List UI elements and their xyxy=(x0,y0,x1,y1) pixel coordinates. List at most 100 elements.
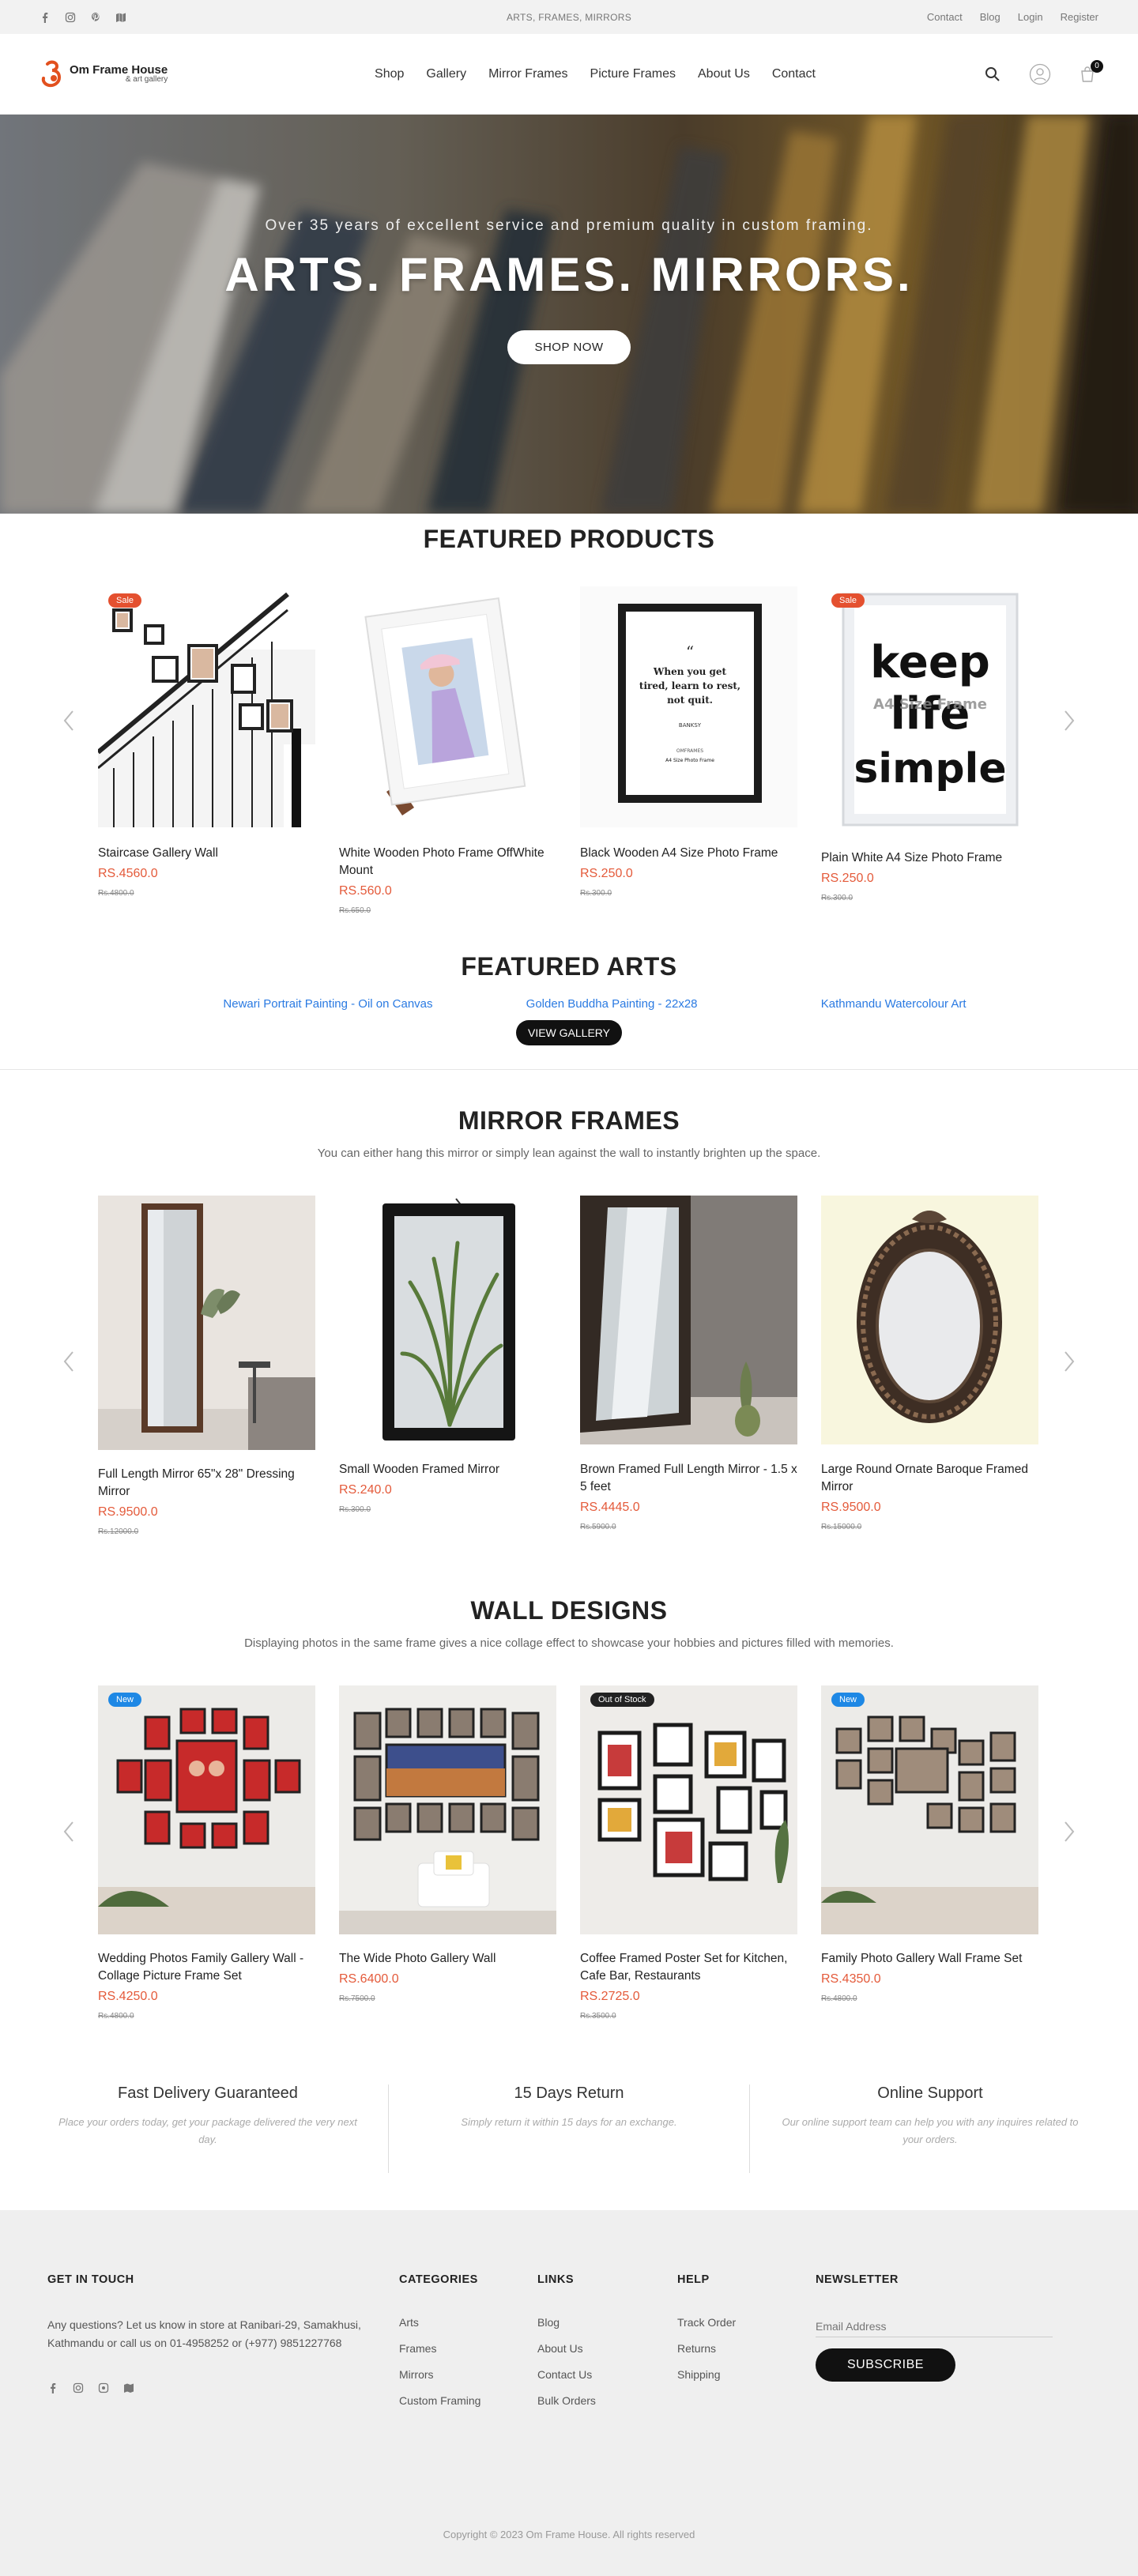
nav-picture-frames[interactable]: Picture Frames xyxy=(590,67,676,81)
header-icons: 0 xyxy=(983,59,1103,85)
footer-link-about-us[interactable]: About Us xyxy=(537,2342,596,2355)
topbar-link-contact[interactable]: Contact xyxy=(927,11,963,23)
product-old-price: Rs.4800.0 xyxy=(98,889,134,898)
facebook-icon[interactable] xyxy=(40,12,51,23)
product-image[interactable]: New xyxy=(98,1685,315,1934)
instagram-icon[interactable] xyxy=(73,2382,84,2397)
instagram-icon[interactable] xyxy=(65,12,76,23)
facebook-icon[interactable] xyxy=(47,2382,58,2397)
feature-title: Fast Delivery Guaranteed xyxy=(118,2085,298,2102)
footer-link-bulk-orders[interactable]: Bulk Orders xyxy=(537,2394,596,2407)
footer-link-track-order[interactable]: Track Order xyxy=(677,2316,736,2329)
product-card[interactable]: Small Wooden Framed Mirror RS.240.0 Rs.3… xyxy=(339,1196,556,1536)
product-name[interactable]: The Wide Photo Gallery Wall xyxy=(339,1950,556,1968)
product-name[interactable]: Staircase Gallery Wall xyxy=(98,845,315,862)
footer: GET IN TOUCH Any questions? Let us know … xyxy=(0,2210,1138,2576)
topbar-link-login[interactable]: Login xyxy=(1018,11,1043,23)
nav-contact[interactable]: Contact xyxy=(772,67,816,81)
main-header: Om Frame House & art gallery Shop Galler… xyxy=(0,34,1138,115)
footer-link-mirrors[interactable]: Mirrors xyxy=(399,2368,480,2381)
svg-text:keep: keep xyxy=(870,637,990,688)
product-name[interactable]: Family Photo Gallery Wall Frame Set xyxy=(821,1950,1038,1968)
view-gallery-button[interactable]: VIEW GALLERY xyxy=(516,1020,622,1045)
product-name[interactable]: White Wooden Photo Frame OffWhite Mount xyxy=(339,845,556,879)
footer-link-custom-framing[interactable]: Custom Framing xyxy=(399,2394,480,2407)
nav-shop[interactable]: Shop xyxy=(375,67,404,81)
art-link-kathmandu-watercolour[interactable]: Kathmandu Watercolour Art xyxy=(698,997,967,1011)
carousel-prev-arrow[interactable] xyxy=(57,1816,81,1847)
product-image[interactable] xyxy=(580,1196,797,1444)
product-name[interactable]: Small Wooden Framed Mirror xyxy=(339,1461,556,1478)
footer-newsletter: NEWSLETTER SUBSCRIBE xyxy=(816,2273,1053,2382)
product-image[interactable] xyxy=(98,1196,315,1450)
product-image[interactable]: Sale keep life simple A4 Size Frame xyxy=(821,586,1038,827)
product-old-price: Rs.5900.0 xyxy=(580,1523,616,1531)
footer-help: HELP Track Order Returns Shipping xyxy=(677,2273,736,2394)
carousel-prev-arrow[interactable] xyxy=(57,705,81,736)
cart-icon[interactable]: 0 xyxy=(1078,59,1103,84)
carousel-next-arrow[interactable] xyxy=(1057,1816,1081,1847)
nav-about-us[interactable]: About Us xyxy=(698,67,750,81)
footer-link-returns[interactable]: Returns xyxy=(677,2342,736,2355)
sale-badge: Sale xyxy=(108,593,142,608)
product-old-price: Rs.650.0 xyxy=(339,906,371,915)
product-card[interactable]: New Wedding Photos Family Gallery Wall -… xyxy=(98,1685,315,2021)
shop-now-button[interactable]: SHOP NOW xyxy=(507,330,631,364)
product-name[interactable]: Wedding Photos Family Gallery Wall - Col… xyxy=(98,1950,315,1985)
product-name[interactable]: Black Wooden A4 Size Photo Frame xyxy=(580,845,797,862)
product-name[interactable]: Plain White A4 Size Photo Frame xyxy=(821,849,1038,867)
product-name[interactable]: Brown Framed Full Length Mirror - 1.5 x … xyxy=(580,1461,797,1496)
footer-link-arts[interactable]: Arts xyxy=(399,2316,480,2329)
pinterest-icon[interactable] xyxy=(98,2382,109,2397)
carousel-next-arrow[interactable] xyxy=(1057,1346,1081,1377)
product-card[interactable]: Brown Framed Full Length Mirror - 1.5 x … xyxy=(580,1196,797,1536)
product-card[interactable]: “ When you get tired, learn to rest, not… xyxy=(580,586,797,915)
nav-mirror-frames[interactable]: Mirror Frames xyxy=(488,67,567,81)
product-card[interactable]: New Family Photo Gallery Wall Frame Set … xyxy=(821,1685,1038,2021)
product-image[interactable] xyxy=(821,1196,1038,1444)
product-image[interactable]: New xyxy=(821,1685,1038,1934)
product-image[interactable]: Out of Stock xyxy=(580,1685,797,1934)
footer-link-contact-us[interactable]: Contact Us xyxy=(537,2368,596,2381)
product-image[interactable] xyxy=(339,1196,556,1450)
svg-text:BANKSY: BANKSY xyxy=(679,722,702,729)
user-icon[interactable] xyxy=(1029,63,1051,85)
nav-gallery[interactable]: Gallery xyxy=(426,67,466,81)
map-icon[interactable] xyxy=(123,2382,134,2397)
product-card[interactable]: White Wooden Photo Frame OffWhite Mount … xyxy=(339,586,556,915)
product-name[interactable]: Large Round Ornate Baroque Framed Mirror xyxy=(821,1461,1038,1496)
feature-title: 15 Days Return xyxy=(514,2085,624,2102)
search-icon[interactable] xyxy=(983,65,1002,84)
footer-contact-text: Any questions? Let us know in store at R… xyxy=(47,2318,361,2349)
footer-link-blog[interactable]: Blog xyxy=(537,2316,596,2329)
footer-link-frames[interactable]: Frames xyxy=(399,2342,480,2355)
art-link-newari-portrait[interactable]: Newari Portrait Painting - Oil on Canvas xyxy=(172,997,432,1011)
product-image[interactable] xyxy=(339,586,556,827)
product-image[interactable]: “ When you get tired, learn to rest, not… xyxy=(580,586,797,827)
wall-designs-section: WALL DESIGNS Displaying photos in the sa… xyxy=(0,1596,1138,2021)
product-card[interactable]: Sale Staircase Gallery Wall RS.4560.0 Rs… xyxy=(98,586,315,915)
svg-text:A4 Size Photo Frame: A4 Size Photo Frame xyxy=(665,758,714,763)
product-image[interactable]: Sale xyxy=(98,586,315,827)
product-card[interactable]: The Wide Photo Gallery Wall RS.6400.0 Rs… xyxy=(339,1685,556,2021)
topbar-link-blog[interactable]: Blog xyxy=(980,11,1000,23)
product-card[interactable]: Large Round Ornate Baroque Framed Mirror… xyxy=(821,1196,1038,1536)
footer-link-shipping[interactable]: Shipping xyxy=(677,2368,736,2381)
product-name[interactable]: Coffee Framed Poster Set for Kitchen, Ca… xyxy=(580,1950,797,1985)
product-card[interactable]: Sale keep life simple A4 Size Frame Plai… xyxy=(821,586,1038,915)
art-link-golden-buddha[interactable]: Golden Buddha Painting - 22x28 xyxy=(433,997,698,1011)
topbar-link-register[interactable]: Register xyxy=(1061,11,1098,23)
product-image[interactable] xyxy=(339,1685,556,1934)
product-name[interactable]: Full Length Mirror 65"x 28" Dressing Mir… xyxy=(98,1466,315,1501)
logo-tagline: & art gallery xyxy=(125,75,168,84)
logo-name: Om Frame House xyxy=(70,63,168,77)
service-features: Fast Delivery Guaranteed Place your orde… xyxy=(0,2085,1138,2173)
carousel-next-arrow[interactable] xyxy=(1057,705,1081,736)
pinterest-icon[interactable] xyxy=(90,12,101,23)
map-icon[interactable] xyxy=(115,12,126,23)
product-card[interactable]: Out of Stock Coffee Framed Poster Set fo… xyxy=(580,1685,797,2021)
product-card[interactable]: Full Length Mirror 65"x 28" Dressing Mir… xyxy=(98,1196,315,1536)
subscribe-button[interactable]: SUBSCRIBE xyxy=(816,2348,955,2382)
carousel-prev-arrow[interactable] xyxy=(57,1346,81,1377)
newsletter-email-input[interactable] xyxy=(816,2316,1053,2337)
